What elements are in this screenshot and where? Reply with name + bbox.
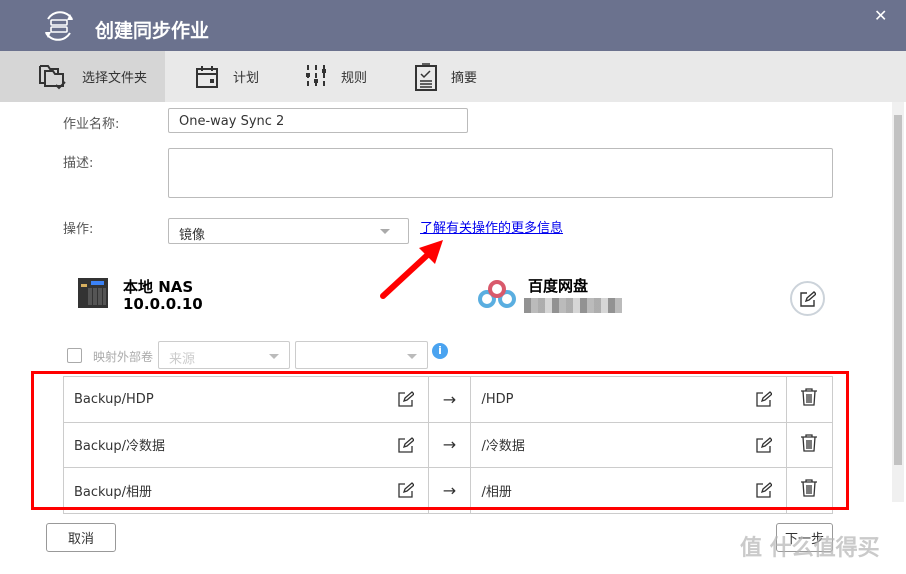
source-placeholder: 来源	[169, 352, 196, 367]
tab-schedule[interactable]: 计划	[195, 51, 259, 102]
description-label: 描述:	[63, 156, 94, 171]
wizard-steps: 选择文件夹 计划 规则 摘要	[0, 51, 906, 102]
description-textarea[interactable]	[168, 148, 833, 198]
job-name-label: 作业名称:	[63, 117, 120, 132]
dialog-title: 创建同步作业	[95, 20, 210, 42]
baidu-netdisk-icon	[478, 280, 516, 308]
tab-label: 选择文件夹	[82, 71, 148, 86]
nas-device-icon	[78, 278, 108, 308]
remote-name: 百度网盘	[528, 277, 589, 295]
cancel-button[interactable]: 取消	[46, 523, 116, 552]
redacted-account	[524, 298, 622, 313]
target-select[interactable]	[295, 341, 428, 369]
scrollbar-thumb[interactable]	[894, 115, 902, 465]
source-select[interactable]: 来源	[158, 341, 290, 369]
local-nas-address: 10.0.0.10	[123, 295, 203, 313]
calendar-icon	[196, 65, 218, 88]
red-highlight-box	[31, 371, 849, 510]
local-nas-name: 本地 NAS	[123, 278, 194, 296]
tab-label: 摘要	[451, 71, 478, 86]
map-external-checkbox[interactable]	[67, 348, 82, 363]
clipboard-icon	[415, 62, 437, 91]
chevron-down-icon	[269, 354, 279, 359]
watermark: 值 什么值得买	[740, 536, 880, 561]
tab-label: 计划	[233, 71, 260, 86]
sliders-icon	[306, 64, 326, 89]
tab-summary[interactable]: 摘要	[415, 51, 477, 102]
info-icon[interactable]: i	[432, 343, 448, 359]
chevron-down-icon	[407, 354, 417, 359]
operation-label: 操作:	[63, 222, 94, 237]
operation-select[interactable]: 镜像	[168, 218, 409, 244]
edit-icon	[799, 290, 816, 307]
red-arrow-annotation	[380, 240, 443, 299]
sync-job-icon	[45, 11, 73, 41]
close-button[interactable]: ✕	[874, 6, 887, 25]
map-external-label: 映射外部卷	[93, 350, 154, 364]
folder-check-icon	[39, 64, 66, 89]
dialog-titlebar: 创建同步作业 ✕	[0, 0, 906, 51]
tab-rules[interactable]: 规则	[305, 51, 367, 102]
edit-remote-button[interactable]	[790, 281, 825, 316]
tab-select-folder[interactable]: 选择文件夹	[38, 51, 147, 102]
tab-label: 规则	[341, 71, 368, 86]
operation-value: 镜像	[179, 228, 206, 243]
job-name-input[interactable]: One-way Sync 2	[168, 108, 468, 133]
